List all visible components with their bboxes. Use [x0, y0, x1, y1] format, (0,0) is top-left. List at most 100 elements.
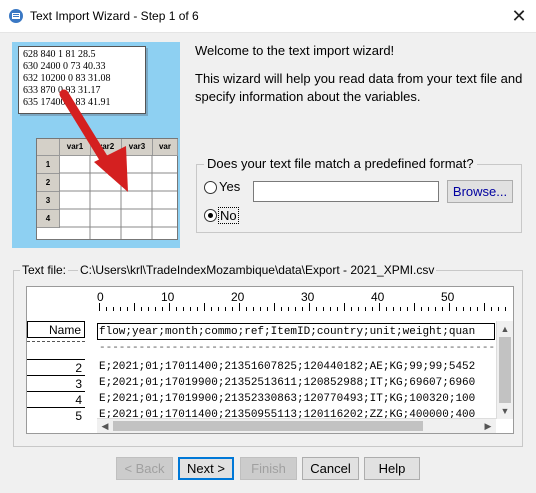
- ruler-tick: [463, 307, 464, 311]
- ruler-tick: [99, 303, 100, 311]
- back-button[interactable]: < Back: [116, 457, 173, 480]
- horizontal-scrollbar[interactable]: ◀ ▶: [97, 418, 496, 433]
- ruler-tick: [428, 307, 429, 311]
- scroll-right-icon[interactable]: ▶: [480, 418, 496, 433]
- ruler-tick: [498, 307, 499, 311]
- ruler-tick: [414, 303, 415, 311]
- yes-radio[interactable]: [204, 181, 217, 194]
- window-title: Text Import Wizard - Step 1 of 6: [30, 9, 199, 23]
- ruler-tick: [400, 307, 401, 311]
- horizontal-scroll-thumb[interactable]: [113, 421, 423, 431]
- scroll-up-icon[interactable]: ▲: [497, 321, 513, 337]
- ruler-tick: [309, 303, 310, 311]
- close-button[interactable]: ✕: [505, 3, 533, 29]
- help-button[interactable]: Help: [364, 457, 420, 480]
- ruler-tick: [351, 307, 352, 311]
- no-radio-label[interactable]: No: [218, 207, 239, 224]
- ruler-tick: [281, 307, 282, 311]
- ruler-tick: [344, 303, 345, 311]
- ruler-tick: [323, 307, 324, 311]
- title-bar: Text Import Wizard - Step 1 of 6 ✕: [0, 0, 536, 33]
- preview-data-line: E;2021;01;17019900;21352330863;120770493…: [99, 393, 476, 405]
- preview-header-line: flow;year;month;commo;ref;ItemID;country…: [99, 326, 476, 338]
- ruler-tick: [176, 307, 177, 311]
- preview-data-line: E;2021;01;17011400;21351607825;120440182…: [99, 361, 476, 373]
- ruler-tick: [274, 303, 275, 311]
- ruler-number: 40: [371, 290, 385, 304]
- ruler-tick: [484, 303, 485, 311]
- preview-data-line: E;2021;01;17011400;21350955113;120116202…: [99, 409, 476, 418]
- ruler-number: 10: [161, 290, 175, 304]
- line-number: 4: [27, 391, 85, 407]
- scroll-left-icon[interactable]: ◀: [97, 418, 113, 433]
- ruler-tick: [141, 307, 142, 311]
- ruler-tick: [505, 307, 506, 311]
- ruler-tick: [169, 303, 170, 311]
- browse-button[interactable]: Browse...: [447, 180, 513, 203]
- ruler-tick: [162, 307, 163, 311]
- ruler-tick: [190, 307, 191, 311]
- ruler-tick: [288, 307, 289, 311]
- vertical-scrollbar[interactable]: ▲ ▼: [496, 321, 513, 419]
- ruler-tick: [407, 307, 408, 311]
- ruler-tick: [470, 307, 471, 311]
- text-preview-panel: 0 10 20 30 40 50 Name 2 3 4 5 flow;year;…: [26, 286, 514, 434]
- ruler-tick: [113, 307, 114, 311]
- ruler-tick: [106, 307, 107, 311]
- ruler-tick: [393, 307, 394, 311]
- app-icon: [9, 9, 23, 23]
- wizard-illustration: 628 840 1 81 28.5 630 2400 0 73 40.33 63…: [12, 42, 180, 248]
- ruler-tick: [449, 303, 450, 311]
- yes-radio-label[interactable]: Yes: [219, 179, 240, 194]
- ruler-tick: [148, 307, 149, 311]
- name-rule: [27, 341, 85, 342]
- predefined-format-path-input[interactable]: [253, 181, 439, 202]
- preview-data-area[interactable]: flow;year;month;commo;ref;ItemID;country…: [97, 322, 497, 418]
- cancel-button[interactable]: Cancel: [302, 457, 359, 480]
- text-file-path: C:\Users\krl\TradeIndexMozambique\data\E…: [78, 263, 437, 277]
- ruler-number: 30: [301, 290, 315, 304]
- ruler-tick: [456, 307, 457, 311]
- ruler-tick: [365, 307, 366, 311]
- column-ruler: 0 10 20 30 40 50: [97, 287, 513, 317]
- name-header: Name: [27, 321, 85, 338]
- ruler-tick: [477, 307, 478, 311]
- text-file-label: Text file:: [20, 263, 69, 277]
- line-number: 2: [27, 359, 85, 375]
- ruler-tick: [337, 307, 338, 311]
- vertical-scroll-thumb[interactable]: [499, 337, 511, 403]
- ruler-tick: [134, 303, 135, 311]
- preview-rule-line: ----------------------------------------…: [99, 342, 496, 354]
- ruler-tick: [295, 307, 296, 311]
- ruler-tick: [211, 307, 212, 311]
- ruler-tick: [127, 307, 128, 311]
- ruler-tick: [120, 307, 121, 311]
- ruler-tick: [379, 303, 380, 311]
- next-button[interactable]: Next >: [178, 457, 234, 480]
- ruler-tick: [435, 307, 436, 311]
- ruler-tick: [232, 307, 233, 311]
- ruler-tick: [253, 307, 254, 311]
- ruler-tick: [225, 307, 226, 311]
- ruler-number: 50: [441, 290, 455, 304]
- ruler-tick: [302, 307, 303, 311]
- preview-data-line: E;2021;01;17019900;21352513611;120852988…: [99, 377, 476, 389]
- ruler-tick: [183, 307, 184, 311]
- ruler-tick: [442, 307, 443, 311]
- ruler-tick: [316, 307, 317, 311]
- ruler-tick: [155, 307, 156, 311]
- ruler-tick: [239, 303, 240, 311]
- ruler-tick: [358, 307, 359, 311]
- ruler-tick: [246, 307, 247, 311]
- no-radio[interactable]: [204, 209, 217, 222]
- import-arrow-icon: [59, 89, 128, 192]
- finish-button[interactable]: Finish: [240, 457, 297, 480]
- ruler-tick: [267, 307, 268, 311]
- ruler-number: 20: [231, 290, 245, 304]
- line-number: 5: [27, 407, 85, 423]
- ruler-tick: [218, 307, 219, 311]
- welcome-description: This wizard will help you read data from…: [195, 71, 523, 104]
- scroll-down-icon[interactable]: ▼: [497, 403, 513, 419]
- ruler-tick: [260, 307, 261, 311]
- ruler-tick: [372, 307, 373, 311]
